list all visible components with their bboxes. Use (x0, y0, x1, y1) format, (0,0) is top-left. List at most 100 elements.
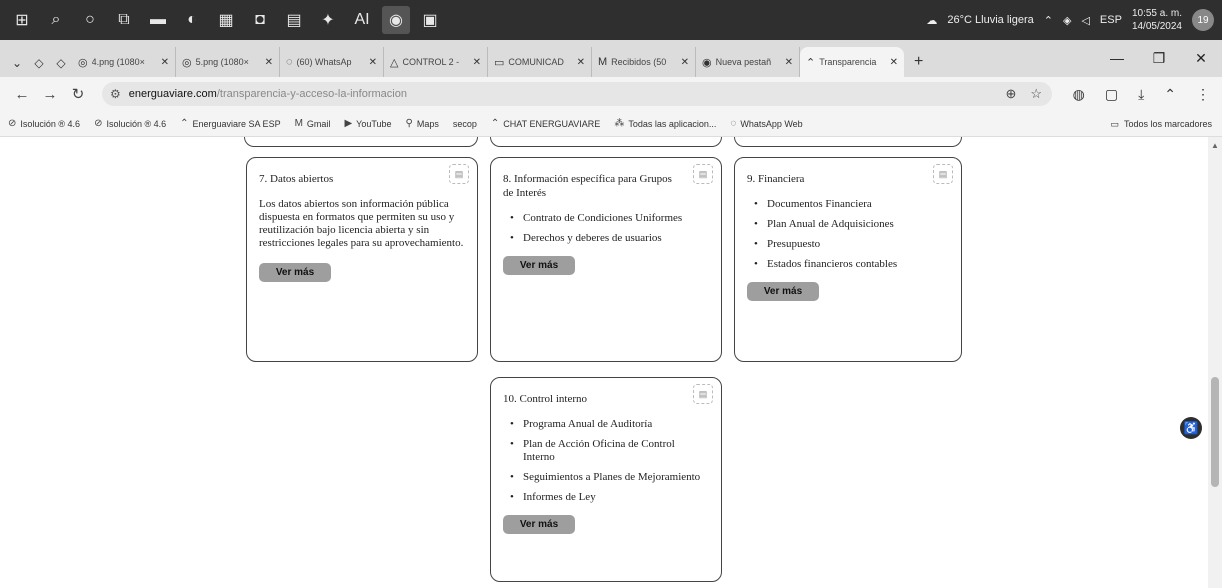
clock[interactable]: 10:55 a. m. 14/05/2024 (1132, 7, 1182, 33)
bookmark-item[interactable]: ⚲ Maps (406, 118, 439, 129)
browser-tab[interactable]: M Recibidos (50 ✕ (592, 47, 696, 77)
cortana-icon[interactable]: ○ (76, 6, 104, 34)
bookmark-item[interactable]: ⊘ Isolución ® 4.6 (94, 118, 166, 129)
reload-icon[interactable]: ↻ (70, 85, 86, 103)
tab-search-icon[interactable]: ⌄ (6, 49, 28, 77)
tab-label: Recibidos (50 (611, 57, 667, 67)
minimize-icon[interactable]: — (1096, 50, 1138, 66)
tab-label: 4.png (1080× (91, 57, 145, 67)
tab-label: CONTROL 2 - (402, 57, 460, 67)
bookmark-star-icon[interactable]: ☆ (1030, 86, 1042, 102)
list-item[interactable]: Plan de Acción Oficina de Control Intern… (503, 438, 709, 464)
extension-icon[interactable]: ◍ (1073, 86, 1085, 103)
bookmark-item[interactable]: ⌃ CHAT ENERGUAVIARE (491, 118, 600, 129)
tray-overflow-icon[interactable]: ⌃ (1044, 14, 1053, 27)
task-view-icon[interactable]: ⧉ (110, 6, 138, 34)
list-item[interactable]: Contrato de Condiciones Uniformes (503, 212, 709, 225)
ai-icon[interactable]: AI (348, 6, 376, 34)
side-panel-icon[interactable]: ▢ (1105, 86, 1118, 103)
browser-actions: ◍ ▢ ⤓ ⌃ ⋮ (1073, 77, 1210, 111)
file-explorer-icon[interactable]: ▬ (144, 6, 172, 34)
photos-icon[interactable]: ▣ (416, 6, 444, 34)
pinned-tab-icon[interactable]: ◇ (50, 49, 72, 77)
all-bookmarks[interactable]: ▭ Todos los marcadores (1110, 111, 1212, 137)
browser-tab[interactable]: △ CONTROL 2 - ✕ (384, 47, 488, 77)
scrollbar-thumb[interactable] (1211, 377, 1219, 487)
weather-icon[interactable]: ☁ (926, 14, 937, 27)
list-item[interactable]: Documentos Financiera (747, 198, 949, 211)
windows-icon[interactable]: ⊞ (8, 6, 36, 34)
menu-icon[interactable]: ⋮ (1196, 86, 1210, 103)
browser-tab[interactable]: ◉ Nueva pestañ ✕ (696, 47, 800, 77)
browser-icon[interactable]: ◐ (178, 6, 206, 34)
close-tab-icon[interactable]: ✕ (161, 57, 169, 68)
close-tab-icon[interactable]: ✕ (577, 57, 585, 68)
bookmark-item[interactable]: ⊘ Isolución ® 4.6 (8, 118, 80, 129)
close-tab-icon[interactable]: ✕ (785, 57, 793, 68)
list-item[interactable]: Programa Anual de Auditoría (503, 418, 709, 431)
close-tab-icon[interactable]: ✕ (473, 57, 481, 68)
page-scrollbar[interactable]: ▲ (1208, 137, 1222, 588)
address-bar[interactable]: ⚙ energuaviare.com/transparencia-y-acces… (102, 82, 1052, 106)
document-icon: ▤ (933, 164, 953, 184)
bookmark-label: secop (452, 118, 477, 129)
app-icon[interactable]: ◘ (246, 6, 274, 34)
network-icon[interactable]: ◈ (1063, 14, 1071, 27)
word-icon[interactable]: ▤ (280, 6, 308, 34)
tab-label: 5.png (1080× (195, 57, 249, 67)
accessibility-icon[interactable]: ♿ (1180, 417, 1202, 439)
teams-icon[interactable]: ✦ (314, 6, 342, 34)
weather-text[interactable]: 26°C Lluvia ligera (947, 14, 1033, 26)
bookmark-item[interactable]: ◌ WhatsApp Web (730, 118, 802, 129)
restore-icon[interactable]: ❐ (1138, 50, 1180, 67)
close-window-icon[interactable]: ✕ (1180, 50, 1222, 67)
list-item[interactable]: Informes de Ley (503, 491, 709, 504)
new-tab-button[interactable]: + (904, 47, 933, 77)
profile-icon[interactable]: ⌃ (1164, 86, 1176, 103)
list-item[interactable]: Plan Anual de Adquisiciones (747, 218, 949, 231)
zoom-icon[interactable]: ⊕ (1005, 86, 1016, 102)
ver-mas-button[interactable]: Ver más (503, 515, 575, 534)
close-tab-icon[interactable]: ✕ (265, 57, 273, 68)
bookmark-label: Isolución ® 4.6 (20, 118, 81, 129)
bookmark-label: YouTube (356, 118, 392, 129)
list-item[interactable]: Seguimientos a Planes de Mejoramiento (503, 471, 709, 484)
list-item[interactable]: Derechos y deberes de usuarios (503, 232, 709, 245)
tab-label: Nueva pestañ (715, 57, 772, 67)
search-icon[interactable]: ⌕ (42, 6, 70, 34)
volume-icon[interactable]: ◁ (1081, 14, 1089, 27)
isolucion-icon: ⊘ (8, 118, 17, 129)
browser-tab[interactable]: ◌ (60) WhatsAp ✕ (280, 47, 384, 77)
ver-mas-button[interactable]: Ver más (747, 282, 819, 301)
bookmark-item[interactable]: M Gmail (295, 118, 331, 129)
browser-tab-active[interactable]: ⌃ Transparencia ✕ (800, 47, 904, 77)
excel-icon[interactable]: ▦ (212, 6, 240, 34)
notifications-badge[interactable]: 19 (1192, 9, 1214, 31)
bookmark-item[interactable]: ▶ YouTube (344, 118, 391, 129)
close-tab-icon[interactable]: ✕ (681, 57, 689, 68)
browser-tab[interactable]: ▭ COMUNICAD ✕ (488, 47, 592, 77)
scroll-up-icon[interactable]: ▲ (1211, 141, 1219, 150)
close-tab-icon[interactable]: ✕ (369, 57, 377, 68)
list-item[interactable]: Estados financieros contables (747, 258, 949, 271)
back-icon[interactable]: ← (14, 86, 30, 103)
chrome-icon[interactable]: ◉ (382, 6, 410, 34)
ver-mas-button[interactable]: Ver más (503, 256, 575, 275)
bookmark-item[interactable]: ⌃ Energuaviare SA ESP (180, 118, 280, 129)
bookmark-item[interactable]: ⁂ Todas las aplicacion... (614, 118, 716, 129)
language-indicator[interactable]: ESP (1100, 14, 1122, 26)
browser-tab[interactable]: ◎ 5.png (1080× ✕ (176, 47, 280, 77)
download-icon[interactable]: ⤓ (1138, 86, 1144, 103)
bookmark-label: Energuaviare SA ESP (192, 118, 281, 129)
gmail-icon: M (294, 118, 303, 129)
pinned-tab-icon[interactable]: ◇ (28, 49, 50, 77)
bookmark-item[interactable]: secop (453, 119, 477, 129)
close-tab-icon[interactable]: ✕ (890, 57, 898, 68)
clock-date: 14/05/2024 (1131, 21, 1182, 32)
ver-mas-button[interactable]: Ver más (259, 263, 331, 282)
list-item[interactable]: Presupuesto (747, 238, 949, 251)
site-info-icon[interactable]: ⚙ (110, 87, 121, 101)
system-tray: ☁ 26°C Lluvia ligera ⌃ ◈ ◁ ESP 10:55 a. … (926, 0, 1214, 40)
browser-tab[interactable]: ◎ 4.png (1080× ✕ (72, 47, 176, 77)
forward-icon[interactable]: → (42, 86, 58, 103)
